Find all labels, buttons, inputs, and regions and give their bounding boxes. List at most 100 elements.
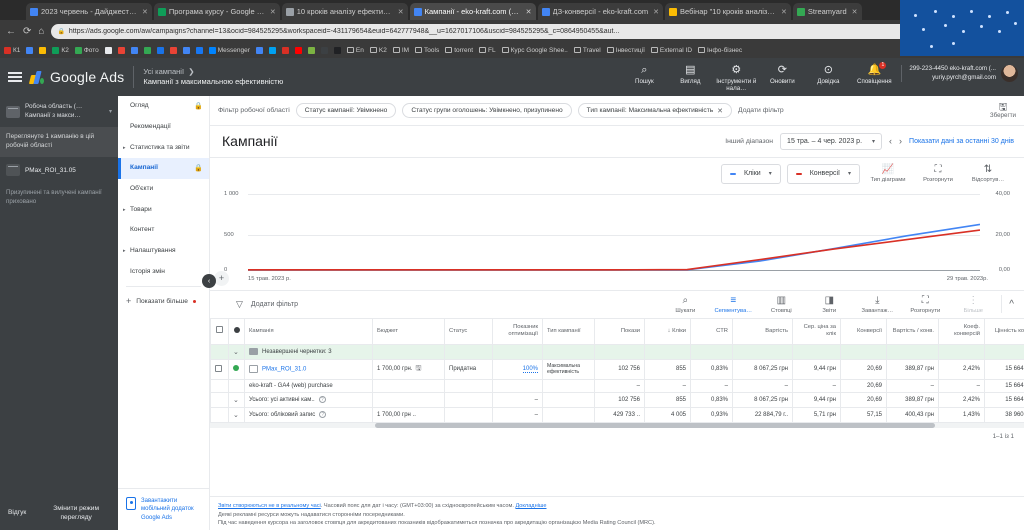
bookmark-item[interactable]: К2 [52, 46, 69, 54]
prev-period-button[interactable]: ‹ [889, 136, 892, 146]
bookmark-folder[interactable]: Travel [573, 47, 601, 54]
bookmark-item[interactable] [104, 46, 112, 54]
feedback-button[interactable]: Відгук [8, 509, 26, 516]
campaign-name-cell[interactable]: PMax_ROI_31.0 [244, 358, 373, 380]
table-row-total-active[interactable]: ⌄ Усього: усі активні кам..? – 102 756 8… [210, 391, 1024, 408]
bookmark-item[interactable]: Фото [74, 46, 99, 54]
column-header-status[interactable]: Статус [444, 317, 493, 345]
column-header-optimization-score[interactable]: Показник оптимізації [492, 317, 543, 345]
menu-icon[interactable] [8, 72, 22, 82]
exit-preview-button[interactable]: Змінити режим перегляду [42, 504, 110, 522]
filter-chip-campaign-status[interactable]: Статус кампанії: Увімкнено [295, 103, 397, 119]
chevron-down-icon[interactable]: ⌄ [233, 349, 239, 356]
column-header-campaign-type[interactable]: Тип кампанії [542, 317, 595, 345]
info-icon[interactable]: ? [318, 396, 326, 404]
close-icon[interactable]: ✕ [398, 8, 404, 16]
table-row-drafts[interactable]: ⌄ Незавершені чернетки: 3 [210, 343, 1024, 360]
table-segment-button[interactable]: ≡ Сегментува… [710, 295, 756, 315]
close-icon[interactable]: ✕ [526, 8, 532, 16]
bookmark-folder[interactable]: En [346, 47, 364, 54]
chart-sort-button[interactable]: ⇅ Відсортув… [966, 164, 1010, 184]
sidebar-item-campaigns[interactable]: Кампанії 🔒 [118, 158, 209, 180]
collapse-nav-button[interactable]: ‹ [202, 274, 216, 288]
home-icon[interactable]: ⌂ [38, 26, 44, 37]
close-icon[interactable]: ✕ [142, 8, 148, 16]
bookmark-item[interactable] [281, 46, 289, 54]
sidebar-item-recommendations[interactable]: Рекомендації [118, 117, 209, 138]
browser-tab[interactable]: 10 кроків аналізу ефективно ✕ [281, 3, 408, 20]
column-header-budget[interactable]: Бюджет [372, 317, 445, 345]
bookmark-folder[interactable]: Інфо-бізнес [698, 47, 742, 54]
sidebar-item-change-history[interactable]: Історія змін [118, 262, 209, 283]
video-call-overlay[interactable] [900, 0, 1024, 56]
bookmark-folder[interactable]: IM [392, 47, 409, 54]
column-header-impressions[interactable]: Покази [594, 317, 645, 345]
sidebar-item-insights-reports[interactable]: ▸ Статистика та звіти [118, 138, 209, 159]
account-switcher[interactable]: 299-223-4450 eko-kraft.com (... yuriy.py… [901, 65, 1018, 83]
close-icon[interactable]: ✕ [717, 107, 723, 115]
caret-icon[interactable]: ▸ [123, 248, 127, 255]
bookmark-item[interactable] [169, 46, 177, 54]
view-button[interactable]: ▤ Вигляд [667, 62, 713, 85]
add-filter-button[interactable]: Додати фільтр [738, 107, 784, 114]
table-more-button[interactable]: ⋮ Більше [950, 295, 996, 315]
bookmark-item[interactable] [294, 46, 302, 54]
column-header-avg-cpc[interactable]: Сер. ціна за клік [792, 317, 841, 345]
bookmark-item[interactable] [255, 46, 263, 54]
budget-edit-icon[interactable]: 🖫 [416, 365, 422, 372]
optimization-score-cell[interactable]: 100% [492, 358, 543, 380]
table-download-button[interactable]: ⤓ Завантаж… [854, 295, 900, 315]
sidebar-item-products[interactable]: ▸ Товари [118, 200, 209, 221]
realtime-reports-link[interactable]: Звіти створюються не в реальному часі [218, 503, 321, 509]
sidebar-show-more-button[interactable]: + Показати більше [118, 291, 209, 311]
checkbox[interactable] [215, 364, 222, 372]
close-icon[interactable]: ✕ [653, 8, 659, 16]
workspace-selector[interactable]: Робоча область (… Кампанії з макси… ▾ [0, 96, 118, 127]
caret-icon[interactable]: ▸ [123, 145, 127, 152]
column-header-ctr[interactable]: CTR [690, 317, 733, 345]
bookmark-item[interactable] [268, 46, 276, 54]
chart-expand-button[interactable]: ⛶ Розгорнути [916, 164, 960, 184]
refresh-button[interactable]: ⟳ Оновити [759, 62, 805, 85]
save-button[interactable]: 🖫 Зберегти [990, 102, 1016, 120]
row-checkbox-cell[interactable] [210, 358, 229, 380]
avatar[interactable] [1001, 65, 1018, 83]
google-ads-logo[interactable]: Google Ads [28, 69, 124, 85]
table-search-button[interactable]: ⌕ Шукати [662, 295, 708, 315]
table-expand-button[interactable]: ⛶ Розгорнути [902, 295, 948, 315]
bookmark-item[interactable] [117, 46, 125, 54]
column-header-conversions[interactable]: Конверсії [840, 317, 887, 345]
close-icon[interactable]: ✕ [852, 8, 858, 16]
table-reports-button[interactable]: ◨ Звіти [806, 295, 852, 315]
next-period-button[interactable]: › [899, 136, 902, 146]
bookmark-item[interactable] [182, 46, 190, 54]
notifications-button[interactable]: 1 🔔 Сповіщення [851, 62, 897, 85]
help-button[interactable]: ⊙ Довідка [805, 62, 851, 85]
bookmark-folder[interactable]: Tools [415, 47, 439, 54]
table-columns-button[interactable]: ▥ Стовпці [758, 295, 804, 315]
chevron-down-icon[interactable]: ⌄ [233, 412, 239, 419]
bookmark-item[interactable] [130, 46, 138, 54]
optimization-score-link[interactable]: 100% [522, 366, 538, 374]
row-expand-cell[interactable]: ⌄ [228, 406, 245, 423]
browser-tab[interactable]: ДЗ-конверсії - eko-kraft.com ✕ [537, 3, 663, 20]
browser-tab[interactable]: 2023 червень - Дайджест - ( ✕ [26, 3, 152, 20]
browser-tab[interactable]: Streamyard ✕ [792, 3, 862, 20]
budget-cell[interactable]: 1 700,00 грн. 🖫 [372, 358, 445, 380]
checkbox[interactable] [216, 326, 223, 334]
sidebar-item-assets[interactable]: Об'єкти [118, 179, 209, 200]
learn-more-link[interactable]: Докладніше [515, 503, 546, 509]
bookmark-item[interactable] [143, 46, 151, 54]
info-icon[interactable]: ? [319, 411, 327, 419]
column-header-conv-value[interactable]: Цінність конв. [984, 317, 1024, 345]
address-bar[interactable]: 🔒 https://ads.google.com/aw/campaigns?ch… [51, 23, 934, 39]
filter-chip-adgroup-status[interactable]: Статус групи оголошень: Увімкнено, призу… [402, 103, 572, 119]
browser-tab[interactable]: Вебінар "10 кроків аналізу е ✕ [665, 3, 791, 20]
workspace-campaign-item[interactable]: PMax_ROI_31.05 [0, 157, 118, 183]
column-header-clicks[interactable]: ↓ Кліки [644, 317, 691, 345]
bookmark-item[interactable] [156, 46, 164, 54]
row-expand-cell[interactable]: ⌄ [228, 391, 245, 408]
bookmark-folder[interactable]: External ID [650, 47, 692, 54]
search-button[interactable]: ⌕ Пошук [621, 62, 667, 85]
campaign-name-link[interactable]: PMax_ROI_31.0 [262, 367, 306, 373]
